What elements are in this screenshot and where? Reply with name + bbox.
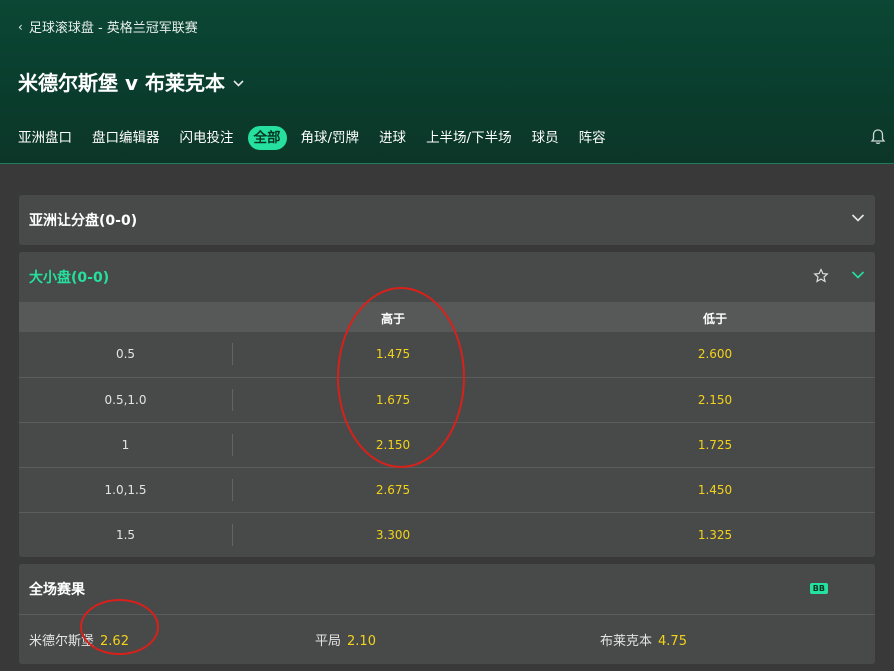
chevron-down-icon[interactable] (851, 213, 865, 223)
over-odd-button[interactable]: 2.675 (353, 483, 433, 497)
tab-quick-bet[interactable]: 闪电投注 (180, 126, 234, 150)
line-value: 0.5 (115, 347, 136, 361)
line-value: 0.5,1.0 (104, 393, 147, 407)
full-time-result-title: 全场赛果 (29, 582, 85, 598)
tab-players[interactable]: 球员 (532, 126, 559, 150)
divider (232, 434, 233, 456)
over-odd-button[interactable]: 3.300 (353, 528, 433, 542)
match-title[interactable]: 米德尔斯堡 v 布莱克本 (18, 67, 244, 96)
tab-asian-lines[interactable]: 亚洲盘口 (18, 126, 72, 150)
full-time-result-panel: 全场赛果 BB 米德尔斯堡 2.62 平局 2.10 布莱克本 4.75 (19, 564, 875, 664)
draw-name: 平局 (315, 634, 342, 649)
over-under-column-header: 高于 低于 (19, 302, 875, 332)
table-row: 1.0,1.5 2.675 1.450 (19, 467, 875, 512)
chevron-down-icon[interactable] (851, 270, 865, 280)
tab-goals[interactable]: 进球 (379, 126, 406, 150)
draw-selection[interactable]: 平局 2.10 (315, 630, 376, 649)
away-odd: 4.75 (658, 634, 687, 649)
tab-half[interactable]: 上半场/下半场 (426, 126, 512, 150)
match-header: ‹ 足球滚球盘 - 英格兰冠军联赛 米德尔斯堡 v 布莱克本 亚洲盘口 盘口编辑… (0, 0, 894, 164)
over-odd-button[interactable]: 2.150 (353, 438, 433, 452)
over-odd-button[interactable]: 1.475 (353, 347, 433, 361)
draw-odd: 2.10 (347, 634, 376, 649)
breadcrumb[interactable]: ‹ 足球滚球盘 - 英格兰冠军联赛 (18, 17, 198, 37)
tab-lineups[interactable]: 阵容 (579, 126, 606, 150)
breadcrumb-label: 足球滚球盘 - 英格兰冠军联赛 (28, 21, 198, 36)
over-under-title: 大小盘(0-0) (29, 270, 110, 286)
under-odd-button[interactable]: 1.450 (675, 483, 755, 497)
divider (232, 343, 233, 365)
home-odd: 2.62 (100, 634, 129, 649)
divider (232, 389, 233, 411)
over-under-rows: 0.5 1.475 2.600 0.5,1.0 1.675 2.150 1 2.… (19, 332, 875, 557)
tab-all[interactable]: 全部 (247, 126, 287, 150)
market-tabs: 亚洲盘口 盘口编辑器 闪电投注 全部 角球/罚牌 进球 上半场/下半场 球员 阵… (18, 126, 626, 150)
star-icon[interactable] (813, 268, 829, 284)
under-odd-button[interactable]: 2.150 (675, 393, 755, 407)
asian-handicap-panel[interactable]: 亚洲让分盘(0-0) (19, 195, 875, 245)
match-title-text: 米德尔斯堡 v 布莱克本 (18, 71, 225, 95)
divider (232, 479, 233, 501)
chevron-left-icon: ‹ (18, 19, 23, 34)
divider (232, 524, 233, 546)
bet-builder-badge: BB (809, 583, 828, 594)
asian-handicap-title: 亚洲让分盘(0-0) (29, 213, 138, 229)
table-row: 1 2.150 1.725 (19, 422, 875, 467)
under-odd-button[interactable]: 1.325 (675, 528, 755, 542)
line-value: 1 (121, 438, 130, 452)
over-under-panel: 大小盘(0-0) 高于 低于 0.5 1.475 2.600 0.5,1.0 1… (19, 252, 875, 557)
full-time-result-header[interactable]: 全场赛果 BB (19, 564, 875, 614)
over-under-header[interactable]: 大小盘(0-0) (19, 252, 875, 302)
line-value: 1.0,1.5 (104, 483, 147, 497)
over-column-label: 高于 (380, 312, 405, 326)
tab-corners-cards[interactable]: 角球/罚牌 (301, 126, 360, 150)
line-value: 1.5 (115, 528, 136, 542)
under-column-label: 低于 (702, 312, 727, 326)
over-odd-button[interactable]: 1.675 (353, 393, 433, 407)
home-selection[interactable]: 米德尔斯堡 2.62 (29, 630, 129, 649)
away-team-name: 布莱克本 (600, 634, 653, 649)
under-odd-button[interactable]: 2.600 (675, 347, 755, 361)
tab-bet-builder[interactable]: 盘口编辑器 (92, 126, 160, 150)
away-selection[interactable]: 布莱克本 4.75 (600, 630, 687, 649)
table-row: 1.5 3.300 1.325 (19, 512, 875, 557)
under-odd-button[interactable]: 1.725 (675, 438, 755, 452)
home-team-name: 米德尔斯堡 (29, 634, 95, 649)
table-row: 0.5 1.475 2.600 (19, 332, 875, 377)
chevron-down-icon (233, 80, 244, 87)
asian-handicap-header[interactable]: 亚洲让分盘(0-0) (19, 195, 875, 245)
bell-icon[interactable] (869, 128, 887, 146)
table-row: 0.5,1.0 1.675 2.150 (19, 377, 875, 422)
full-time-result-row: 米德尔斯堡 2.62 平局 2.10 布莱克本 4.75 (19, 614, 875, 659)
